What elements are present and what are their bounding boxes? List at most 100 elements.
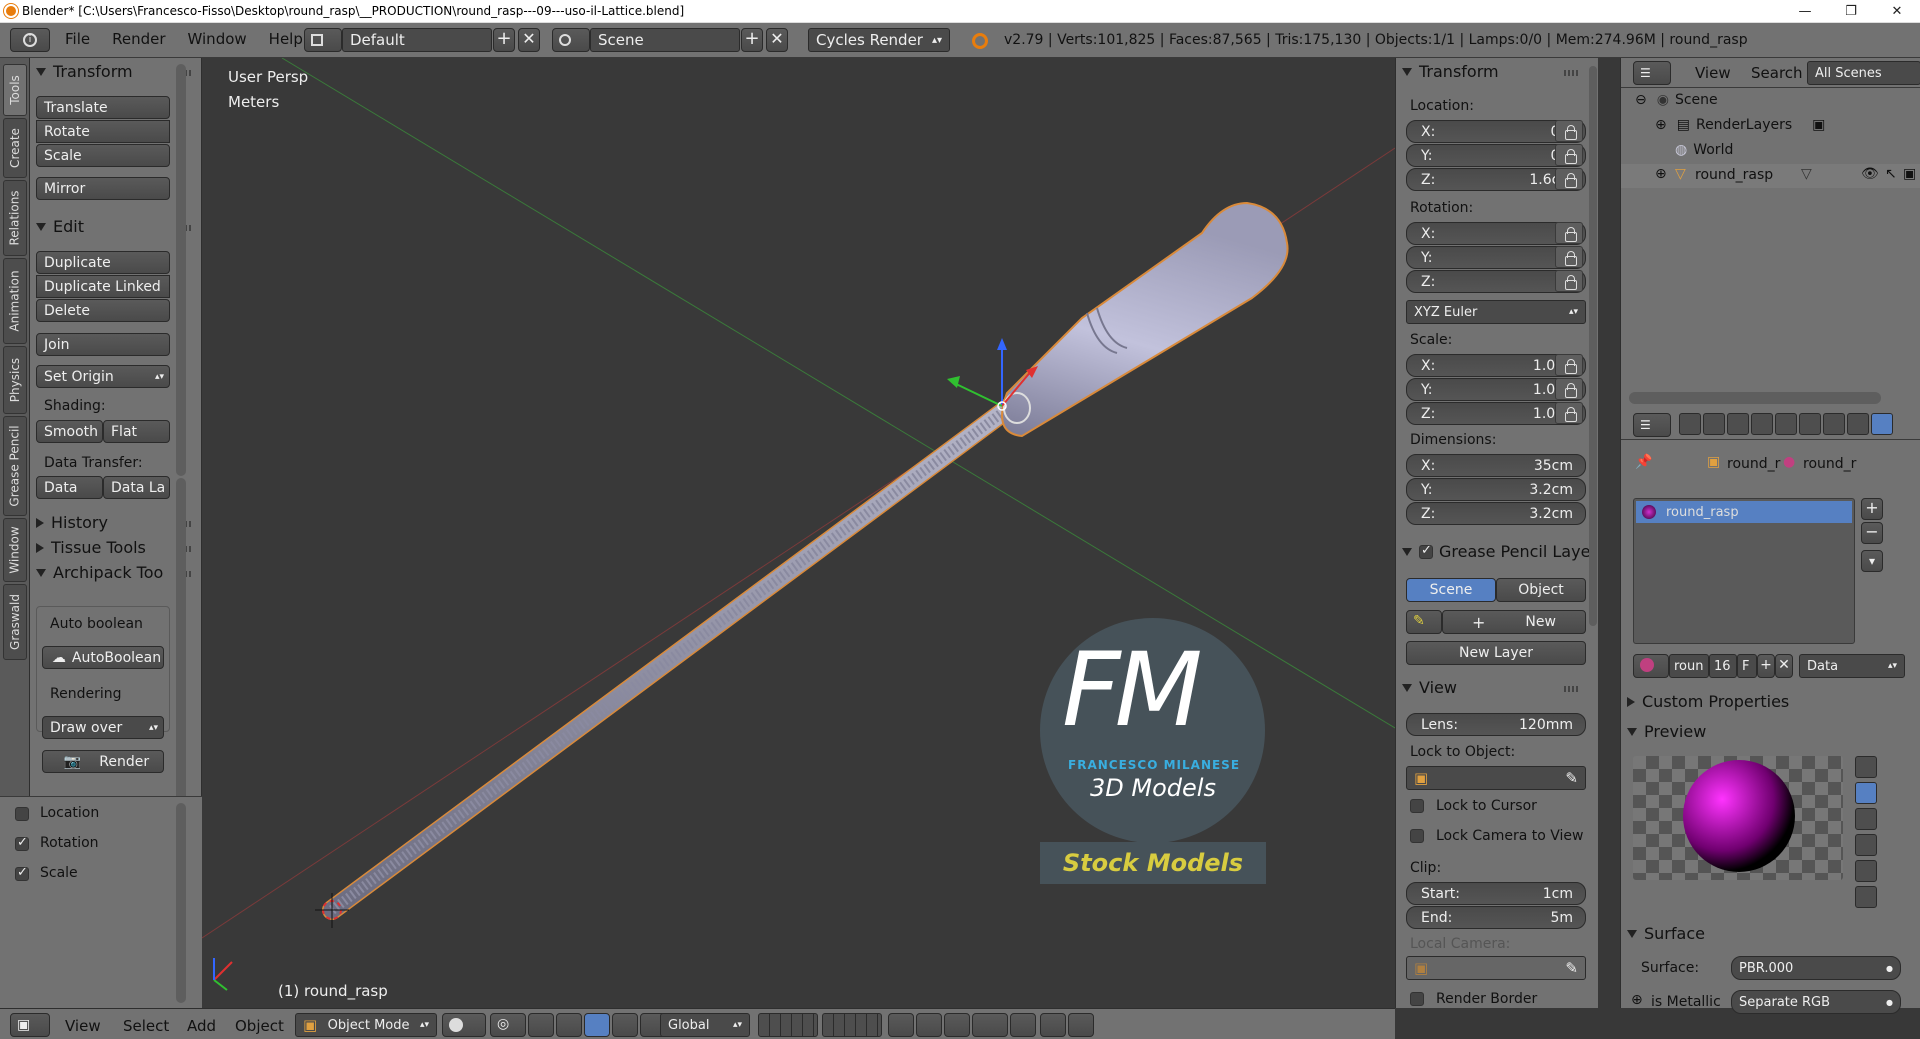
scale-button[interactable]: Scale	[36, 144, 170, 167]
tab-animation[interactable]: Animation	[3, 258, 27, 344]
preview-sky-icon[interactable]	[1855, 886, 1877, 908]
render-engine-dropdown[interactable]: Cycles Render ▴▾	[808, 28, 950, 52]
eye-icon[interactable]: 👁	[1861, 166, 1879, 182]
draw-over-dropdown[interactable]: Draw over ▴▾	[42, 716, 164, 739]
render-camera-icon[interactable]: ▣	[1903, 166, 1916, 182]
fake-user-toggle[interactable]: F	[1737, 654, 1757, 678]
edit-panel-header[interactable]: Edit	[36, 217, 84, 236]
preview-sphere-icon[interactable]	[1855, 782, 1877, 804]
scale-checkbox[interactable]	[15, 865, 29, 881]
layer-buttons-right[interactable]	[822, 1013, 882, 1037]
modifiers-tab-icon[interactable]	[1823, 413, 1845, 435]
surface-shader-field[interactable]: PBR.000 ●	[1731, 956, 1901, 980]
world-tab-icon[interactable]	[1751, 413, 1773, 435]
lock-icon[interactable]	[1555, 120, 1583, 142]
lens-field[interactable]: Lens: 120mm	[1406, 713, 1586, 736]
lock-to-cursor-checkbox[interactable]	[1410, 799, 1424, 813]
render-tab-icon[interactable]	[1679, 413, 1701, 435]
view-panel-header[interactable]: View	[1402, 678, 1457, 697]
material-tab-icon[interactable]	[1871, 413, 1893, 435]
lock-icon[interactable]	[1555, 246, 1583, 268]
dimension-y-field[interactable]: Y: 3.2cm	[1406, 478, 1586, 501]
menu-render[interactable]: Render	[101, 30, 176, 48]
render-border-checkbox[interactable]	[1410, 992, 1424, 1006]
gp-scene-tab[interactable]: Scene	[1406, 578, 1496, 602]
local-camera-field[interactable]: ▣ ✎	[1406, 956, 1586, 980]
grease-pencil-header[interactable]: Grease Pencil Layer	[1402, 542, 1597, 561]
menu-view[interactable]: View	[54, 1017, 112, 1035]
3d-viewport[interactable]: User Persp Meters (1) round_rasp FM FRAN…	[202, 58, 1395, 1008]
tissue-tools-panel-header[interactable]: Tissue Tools	[36, 538, 146, 557]
mirror-button[interactable]: Mirror	[36, 177, 170, 200]
tab-relations[interactable]: Relations	[3, 180, 27, 256]
lock-object-field[interactable]: ▣ ✎	[1406, 766, 1586, 790]
mesh-data-icon[interactable]: ▽	[1801, 166, 1812, 182]
smooth-button[interactable]: Smooth	[36, 420, 103, 443]
slot-specials-icon[interactable]: ▾	[1861, 550, 1883, 572]
duplicate-linked-button[interactable]: Duplicate Linked	[36, 275, 170, 298]
material-slot-list[interactable]: round_rasp	[1633, 498, 1855, 644]
opengl-animation-icon[interactable]	[1068, 1013, 1094, 1037]
render-layers-tab-icon[interactable]	[1703, 413, 1725, 435]
remove-scene-icon[interactable]: ✕	[766, 28, 788, 52]
material-browse-button[interactable]	[1633, 654, 1669, 678]
rotate-button[interactable]: Rotate	[36, 120, 170, 143]
preview-cube-icon[interactable]	[1855, 808, 1877, 830]
pivot-point-dropdown[interactable]: ◎	[490, 1013, 526, 1037]
dimension-x-field[interactable]: X: 35cm	[1406, 454, 1586, 477]
snap-target-icon[interactable]	[1010, 1013, 1036, 1037]
material-users-count[interactable]: 16	[1709, 654, 1737, 678]
tab-window[interactable]: Window	[3, 518, 27, 582]
panel-grip-icon[interactable]	[1564, 70, 1578, 76]
layout-browse-button[interactable]	[304, 28, 342, 52]
rotation-mode-dropdown[interactable]: XYZ Euler ▴▾	[1406, 300, 1586, 324]
tool-shelf-scrollbar-lower[interactable]	[176, 478, 186, 846]
clip-start-field[interactable]: Start: 1cm	[1406, 882, 1586, 905]
gp-new-button[interactable]: + New	[1442, 610, 1586, 634]
preview-monkey-icon[interactable]	[1855, 834, 1877, 856]
menu-window[interactable]: Window	[177, 30, 258, 48]
gp-new-layer-button[interactable]: New Layer	[1406, 641, 1586, 665]
add-slot-icon[interactable]: +	[1861, 498, 1883, 520]
menu-add[interactable]: Add	[176, 1017, 227, 1035]
lock-icon[interactable]	[1555, 270, 1583, 292]
metallic-input-field[interactable]: Separate RGB ●	[1731, 990, 1901, 1014]
preview-hair-icon[interactable]	[1855, 860, 1877, 882]
outliner-editor-type-button[interactable]: ☰	[1633, 61, 1671, 85]
surface-header[interactable]: Surface	[1627, 924, 1705, 943]
viewport-shading-dropdown[interactable]	[442, 1013, 486, 1037]
snap-magnet-icon[interactable]	[944, 1013, 970, 1037]
outliner-view-menu[interactable]: View	[1695, 64, 1731, 82]
opengl-render-icon[interactable]	[1040, 1013, 1066, 1037]
custom-properties-header[interactable]: Custom Properties	[1627, 692, 1789, 711]
scale-manipulator-icon[interactable]	[612, 1013, 638, 1037]
translate-button[interactable]: Translate	[36, 96, 170, 119]
join-button[interactable]: Join	[36, 333, 170, 356]
gp-brush-browse[interactable]: ✎	[1406, 610, 1442, 634]
menu-file[interactable]: File	[54, 30, 101, 48]
gp-object-tab[interactable]: Object	[1496, 578, 1586, 602]
transform-properties-header[interactable]: Transform	[1402, 62, 1499, 81]
material-slot-row[interactable]: round_rasp	[1636, 501, 1852, 523]
properties-editor-type-button[interactable]: ☰	[1633, 413, 1671, 437]
dimension-z-field[interactable]: Z: 3.2cm	[1406, 502, 1586, 525]
transform-orientation-dropdown[interactable]: Global ▴▾	[660, 1013, 750, 1037]
render-layers-toggle-icon[interactable]: ▣	[1812, 117, 1825, 133]
outliner-row-world[interactable]: ◍ World	[1675, 142, 1733, 158]
rotate-manipulator-icon[interactable]	[584, 1013, 610, 1037]
location-checkbox[interactable]	[15, 807, 29, 821]
archipack-panel-header[interactable]: Archipack Too	[36, 563, 163, 582]
menu-object[interactable]: Object	[224, 1017, 295, 1035]
properties-scrollbar[interactable]	[1589, 66, 1597, 626]
flat-button[interactable]: Flat	[103, 420, 170, 443]
grease-pencil-checkbox[interactable]	[1419, 543, 1433, 559]
outliner-search-menu[interactable]: Search	[1751, 64, 1803, 82]
mode-dropdown[interactable]: ▣ Object Mode ▴▾	[295, 1013, 437, 1037]
tab-create[interactable]: Create	[3, 118, 27, 178]
duplicate-button[interactable]: Duplicate	[36, 251, 170, 274]
pin-icon[interactable]: 📌	[1635, 454, 1652, 470]
tool-shelf-scrollbar[interactable]	[176, 64, 186, 476]
constraints-tab-icon[interactable]	[1799, 413, 1821, 435]
cursor-select-icon[interactable]: ↖	[1885, 166, 1897, 182]
lock-icon[interactable]	[1555, 402, 1583, 424]
